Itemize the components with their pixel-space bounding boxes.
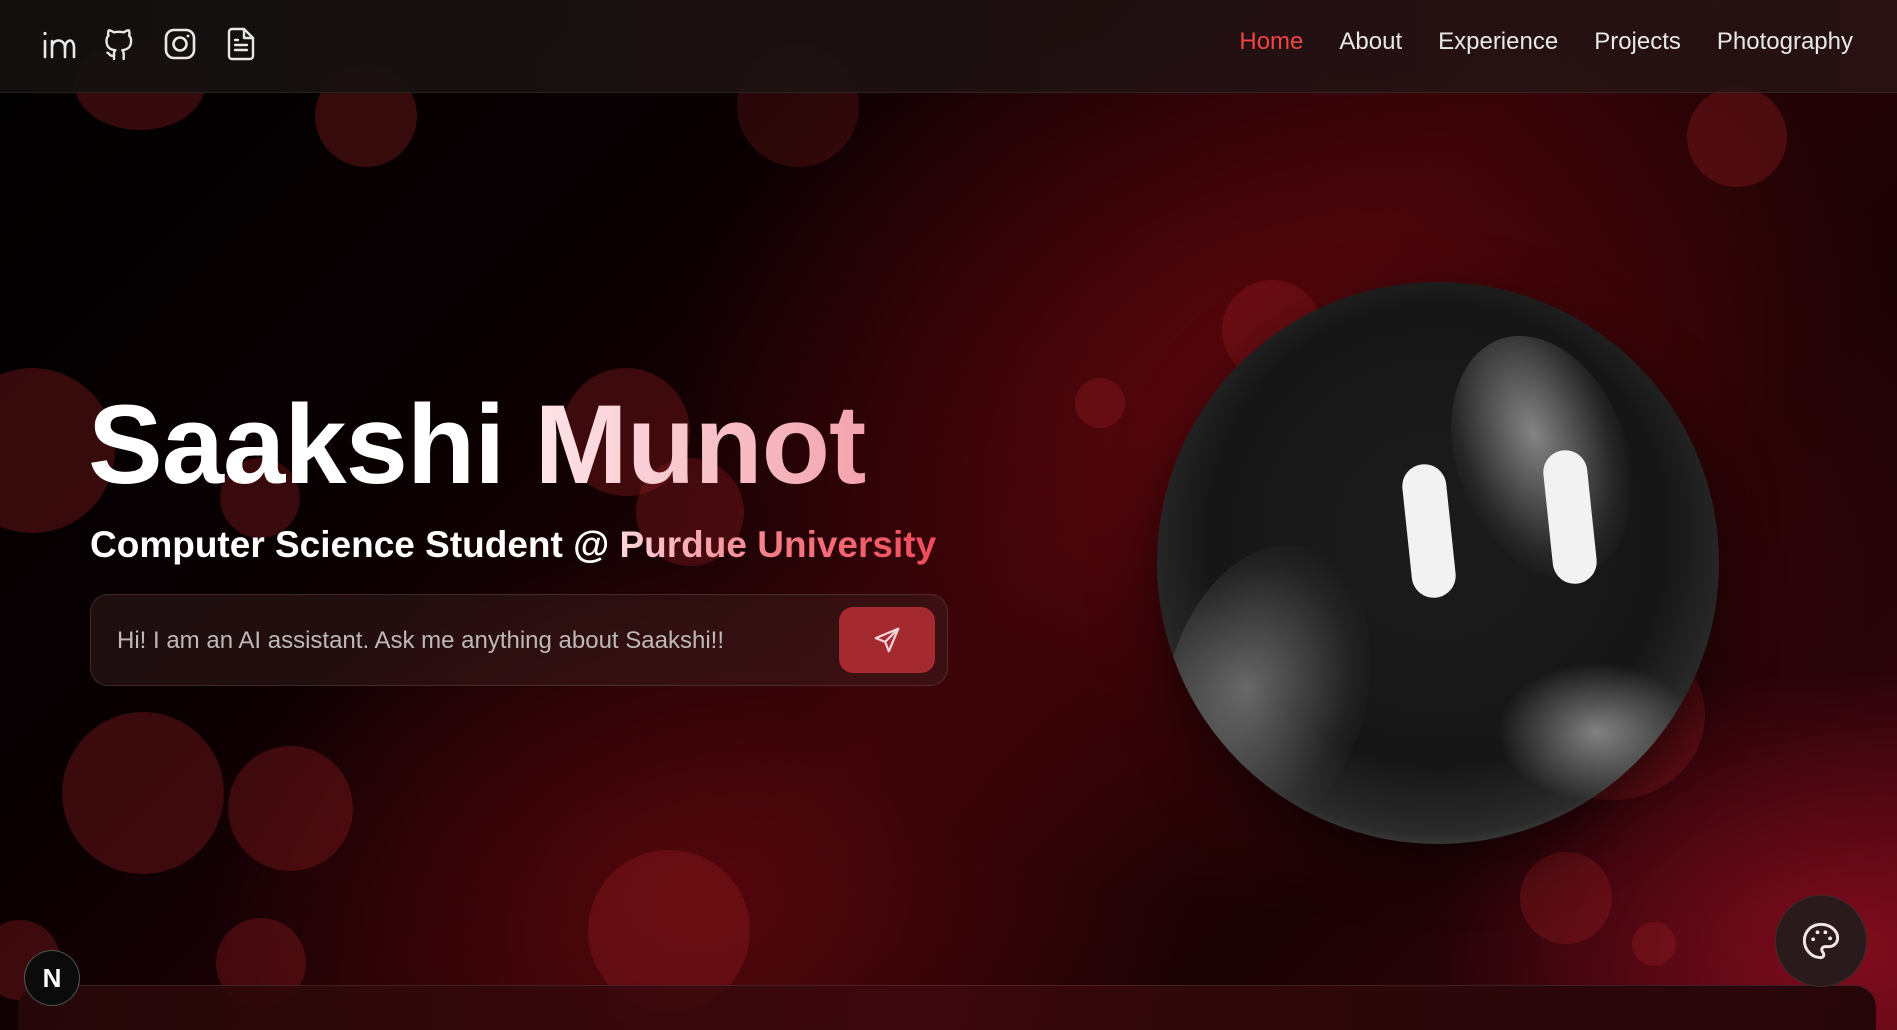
theme-palette-button[interactable]	[1775, 895, 1867, 987]
hero-subtitle: Computer Science Student @ Purdue Univer…	[90, 524, 936, 566]
bokeh-circle	[62, 712, 224, 874]
page: Home About Experience Projects Photograp…	[0, 0, 1897, 1030]
ai-chat-input[interactable]	[115, 617, 819, 665]
top-navbar: Home About Experience Projects Photograp…	[0, 0, 1897, 93]
badge-letter: N	[42, 962, 62, 993]
sphere-highlight	[1497, 662, 1697, 802]
bokeh-circle	[228, 746, 353, 871]
sphere-highlight	[1419, 310, 1665, 604]
send-button[interactable]	[839, 607, 935, 673]
mascot-sphere	[1157, 282, 1719, 844]
social-links	[40, 24, 259, 64]
hero-school-word-2: University	[757, 524, 937, 565]
palette-icon	[1802, 922, 1840, 960]
mascot-left-eye	[1400, 462, 1458, 600]
hero-first-name: Saakshi	[88, 382, 505, 507]
nav-about[interactable]: About	[1339, 28, 1402, 56]
nav-experience[interactable]: Experience	[1438, 28, 1558, 56]
github-icon[interactable]	[101, 24, 137, 64]
hero-name: Saakshi Munot	[88, 380, 867, 510]
next-section-panel	[18, 985, 1876, 1030]
bokeh-circle	[1075, 378, 1125, 428]
nav-projects[interactable]: Projects	[1594, 28, 1681, 56]
hero-subtitle-prefix: Computer Science Student @	[90, 524, 610, 565]
ai-chat-box	[90, 594, 948, 686]
linkedin-icon[interactable]	[40, 24, 76, 64]
instagram-icon[interactable]	[162, 24, 198, 64]
bokeh-circle	[1632, 922, 1676, 966]
nextjs-badge[interactable]: N	[24, 950, 80, 1006]
hero-school-word-1: Purdue	[619, 524, 747, 565]
nav-photography[interactable]: Photography	[1717, 28, 1853, 56]
bokeh-circle	[1687, 87, 1787, 187]
sphere-highlight	[1157, 521, 1403, 844]
hero-subtitle-school: Purdue University	[620, 524, 937, 565]
main-menu: Home About Experience Projects Photograp…	[1239, 28, 1853, 56]
nav-home[interactable]: Home	[1239, 28, 1303, 56]
bokeh-circle	[1520, 852, 1612, 944]
hero-last-name: Munot	[534, 382, 867, 507]
send-icon	[874, 627, 900, 653]
resume-document-icon[interactable]	[223, 24, 259, 64]
